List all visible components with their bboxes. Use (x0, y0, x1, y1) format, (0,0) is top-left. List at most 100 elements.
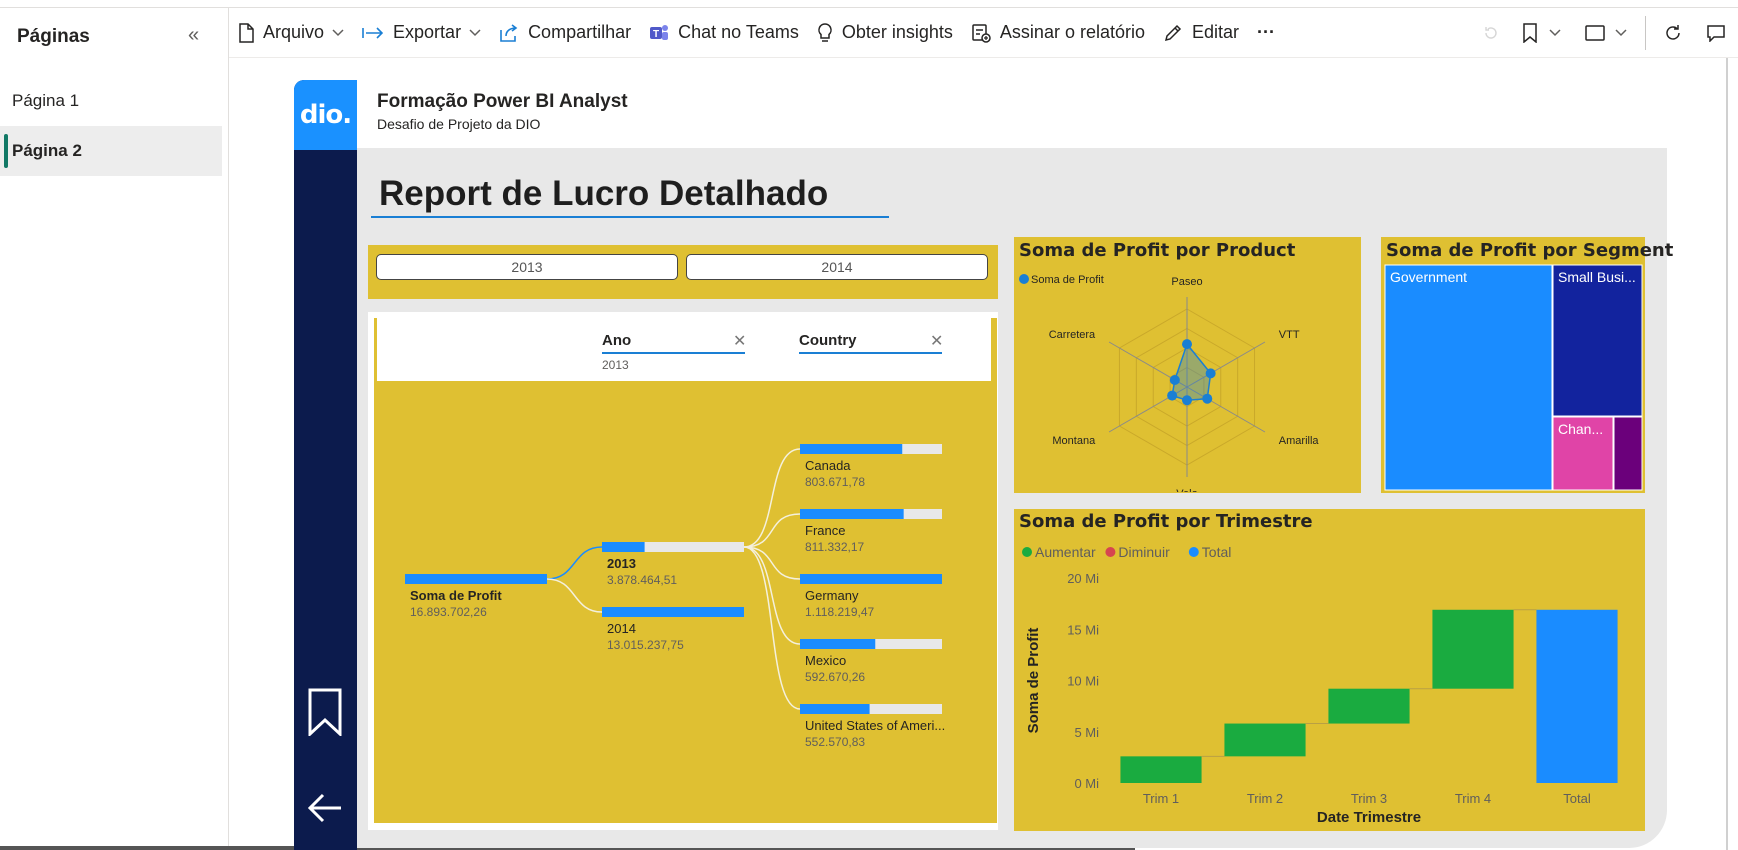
teams-chat-button[interactable]: T Chat no Teams (640, 15, 808, 51)
legend-label: Soma de Profit (1031, 274, 1104, 286)
report-main-title: Report de Lucro Detalhado (379, 174, 829, 213)
level1-node-value: 3.878.464,51 (607, 573, 678, 587)
level2-bar (800, 444, 903, 454)
radar-category-label: Paseo (1171, 276, 1202, 288)
level1-node-value: 13.015.237,75 (607, 638, 684, 652)
legend-label: Aumentar (1035, 544, 1096, 560)
treemap-cell (1613, 416, 1643, 491)
close-icon[interactable]: ✕ (733, 331, 746, 351)
level2-node-label: United States of Ameri... (805, 718, 946, 733)
waterfall-bar (1328, 688, 1410, 724)
pages-pane: Páginas « Página 1 Página 2 (0, 8, 229, 850)
svg-text:T: T (653, 29, 659, 40)
root-node-label: Soma de Profit (410, 588, 502, 603)
report-header-title: Formação Power BI Analyst (377, 91, 628, 112)
file-menu-label: Arquivo (263, 22, 325, 42)
year-button-2013[interactable]: 2013 (376, 254, 678, 280)
edit-label: Editar (1192, 22, 1240, 42)
level2-bar (800, 574, 942, 584)
radar-category-label: VTT (1279, 329, 1300, 341)
legend-dot (1105, 547, 1116, 557)
toolbar-separator (1645, 16, 1646, 50)
filter-underline (602, 352, 745, 354)
legend-dot (1022, 547, 1032, 557)
dio-logo: dio. (294, 80, 357, 150)
radar-category-label: Montana (1052, 435, 1096, 447)
radar-point (1167, 390, 1178, 401)
y-tick-label: 10 Mi (1067, 674, 1099, 689)
view-menu-button[interactable] (1573, 15, 1639, 51)
radar-category-label: Velo (1176, 488, 1197, 492)
treemap-cell-label: Chan... (1558, 421, 1603, 437)
tree-connector (546, 546, 603, 580)
level2-node-label: Canada (805, 458, 851, 473)
refresh-icon[interactable] (1652, 15, 1694, 51)
back-arrow-icon[interactable] (307, 792, 343, 824)
insights-button[interactable]: Obter insights (808, 15, 962, 51)
reset-icon[interactable] (1471, 15, 1511, 51)
insights-label: Obter insights (841, 22, 953, 42)
level2-node-value: 803.671,78 (805, 475, 866, 489)
comment-icon[interactable] (1694, 15, 1738, 51)
legend-label: Total (1202, 544, 1232, 560)
y-tick-label: 5 Mi (1074, 725, 1099, 740)
view-icon (1585, 25, 1605, 41)
y-tick-label: 0 Mi (1074, 776, 1099, 791)
export-menu-button[interactable]: Exportar (353, 15, 490, 51)
document-icon (239, 22, 254, 43)
radar-category-label: Amarilla (1279, 435, 1320, 447)
page-item-2[interactable]: Página 2 (0, 126, 222, 176)
filter-underline (799, 352, 942, 354)
radar-point (1169, 374, 1180, 385)
waterfall-bar (1120, 756, 1202, 783)
radar-point (1205, 368, 1216, 379)
pencil-icon (1164, 24, 1182, 41)
waterfall-bar (1224, 723, 1306, 757)
waterfall-bar (1432, 609, 1514, 689)
treemap-chart: Government Small Busi... Chan... (1384, 264, 1643, 491)
subscribe-button[interactable]: Assinar o relatório (962, 15, 1154, 51)
radar-point (1202, 393, 1213, 404)
legend-dot (1019, 274, 1029, 284)
treemap-cell-label: Government (1390, 269, 1467, 285)
tree-connector (743, 513, 801, 548)
x-axis-title: Date Trimestre (1317, 809, 1421, 826)
toolbar-right-group (1471, 8, 1738, 58)
page-item-1[interactable]: Página 1 (0, 76, 222, 126)
level1-bar (602, 542, 645, 552)
radar-point (1182, 395, 1192, 406)
level2-node-value: 1.118.219,47 (805, 605, 875, 619)
y-tick-label: 15 Mi (1067, 622, 1099, 637)
more-options-button[interactable]: ··· (1248, 15, 1284, 51)
level2-node-label: France (805, 523, 846, 538)
bookmark-nav-icon[interactable] (308, 688, 342, 736)
bookmark-menu-button[interactable] (1511, 15, 1573, 51)
share-button[interactable]: Compartilhar (490, 15, 640, 51)
year-button-2014[interactable]: 2014 (686, 254, 988, 280)
close-icon[interactable]: ✕ (930, 331, 943, 351)
file-menu-button[interactable]: Arquivo (229, 15, 353, 51)
collapse-pane-icon[interactable]: « (188, 24, 199, 47)
treemap-cell (1552, 264, 1643, 417)
filter-label-ano: Ano (602, 332, 632, 349)
treemap-cell-label: Small Busi... (1558, 269, 1636, 285)
level2-node-label: Mexico (805, 653, 847, 668)
toolbar: Arquivo Exportar Compartilhar T Chat no … (229, 8, 1738, 58)
edit-button[interactable]: Editar (1154, 15, 1248, 51)
tree-connector (546, 578, 603, 613)
tree-connector (743, 448, 801, 548)
x-tick-label: Trim 3 (1351, 791, 1387, 806)
waterfall-chart: Aumentar Diminuir Total 0 Mi 5 Mi 10 Mi 15 Mi 2… (1022, 544, 1618, 826)
x-tick-label: Trim 2 (1247, 791, 1283, 806)
radar-series-area (1171, 342, 1212, 402)
waterfall-bar (1536, 609, 1618, 783)
level2-node-value: 811.332,17 (805, 540, 865, 554)
radar-category-label: Carretera (1049, 329, 1096, 341)
root-bar (405, 574, 547, 584)
export-menu-label: Exportar (393, 22, 462, 42)
level1-node-label: 2014 (607, 621, 636, 636)
chevron-down-icon (469, 28, 481, 36)
root-node-value: 16.893.702,26 (410, 605, 487, 619)
x-tick-label: Total (1563, 791, 1591, 806)
vertical-scrollbar[interactable] (1726, 58, 1728, 850)
